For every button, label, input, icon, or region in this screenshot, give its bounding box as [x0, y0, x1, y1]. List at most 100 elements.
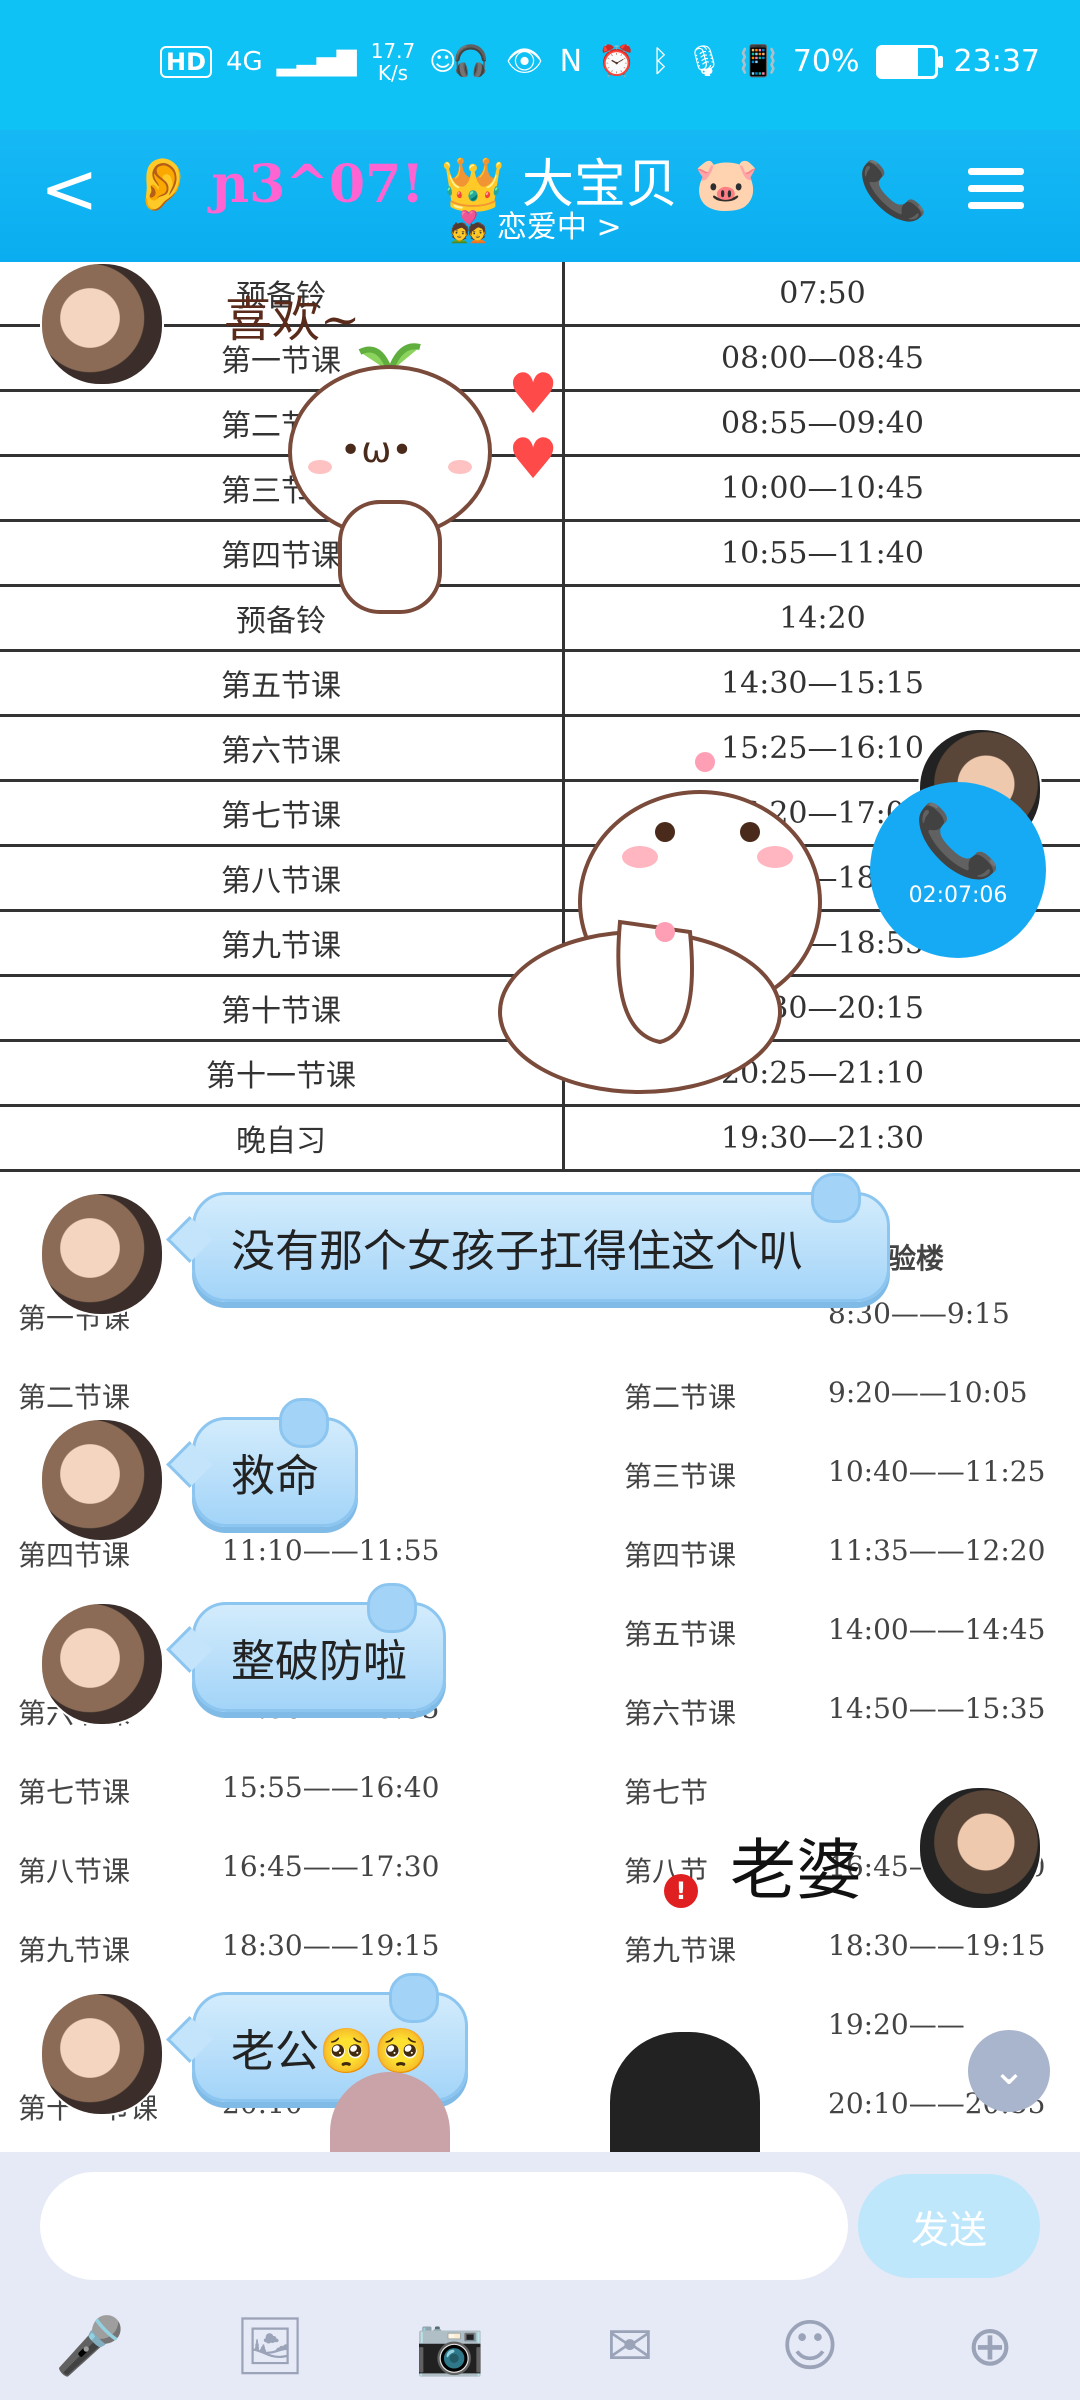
avatar-contact[interactable] — [40, 1992, 164, 2116]
schedule-time: 10:55—11:40 — [563, 520, 1080, 587]
headphones-icon: 🎧 — [452, 44, 490, 79]
battery-fill — [878, 47, 918, 76]
camera-icon[interactable]: 📷 — [410, 2312, 490, 2382]
schedule-time: 14:50——15:35 — [828, 1692, 1046, 1725]
relationship-label: 恋爱中 > — [496, 210, 622, 245]
bunny-sticker[interactable]: •ω• — [280, 332, 500, 622]
alarm-icon: ⏰ — [598, 44, 636, 79]
schedule-row: 第九节课 18:30——19:15 第九节课 18:30——19:15 — [0, 1929, 1080, 1989]
message-input[interactable] — [40, 2172, 848, 2280]
bubble-ear — [367, 1583, 417, 1633]
cat-hug-sticker[interactable] — [490, 742, 870, 1102]
schedule-period: 第九节课 — [0, 910, 565, 977]
bluetooth-icon: ᛒ — [651, 44, 670, 79]
schedule-row: 第四节课 10:55—11:40 — [0, 520, 1080, 587]
schedule-period: 第二节课 — [624, 1381, 737, 1414]
schedule-row: 预备铃 14:20 — [0, 585, 1080, 652]
avatar-contact[interactable] — [40, 262, 164, 386]
schedule-time: 14:30—15:15 — [563, 650, 1080, 717]
schedule-period: 第八节课 — [0, 845, 565, 912]
message-text: 整破防啦 — [231, 1636, 407, 1687]
image-icon[interactable]: 🖼 — [230, 2312, 310, 2382]
schedule-period: 第七节 — [624, 1776, 709, 1809]
schedule-period: 第二节课 — [18, 1381, 131, 1414]
handwritten-message[interactable]: 老婆 — [730, 1817, 862, 1913]
schedule-time: 19:30—21:30 — [563, 1105, 1080, 1172]
schedule-time: 18:30——19:15 — [222, 1929, 440, 1962]
peeking-boy-icon — [610, 2032, 760, 2152]
schedule-period: 第九节课 — [18, 1934, 131, 1967]
bubble-ear — [279, 1398, 329, 1448]
schedule-row: 第七节课 15:55——16:40 第七节 — [0, 1771, 1080, 1831]
mic-status-icon: 🎙 — [685, 44, 724, 79]
scroll-to-bottom-button[interactable]: ⌄ — [968, 2030, 1050, 2112]
net-speed-unit: K/s — [377, 61, 409, 85]
phone-icon: 📞 — [858, 159, 928, 224]
send-button[interactable]: 发送 — [858, 2174, 1040, 2278]
network-label: 4G — [226, 47, 263, 77]
schedule-period: 第五节课 — [624, 1618, 737, 1651]
send-failed-icon[interactable]: ! — [664, 1874, 698, 1908]
message-bubble[interactable]: 救命 — [166, 1398, 358, 1527]
schedule-time: 08:55—09:40 — [563, 390, 1080, 457]
message-text: 救命 — [231, 1451, 319, 1502]
status-left: HD 4G ▂▃▅▇ 17.7 K/s ☺ — [160, 40, 456, 84]
pig-icon: 🐷 — [694, 155, 760, 215]
schedule-row: 第五节课 14:30—15:15 — [0, 650, 1080, 717]
avatar-contact[interactable] — [40, 1602, 164, 1726]
clock: 23:37 — [953, 44, 1040, 79]
schedule-row: 第十一节课20:10——20:10——20:55 — [0, 2087, 1080, 2147]
red-packet-icon[interactable]: ✉ — [590, 2312, 670, 2382]
input-bar: 发送 🎤 🖼 📷 ✉ ☺ ⊕ — [0, 2152, 1080, 2400]
floating-call-widget[interactable]: 📞 02:07:06 — [870, 782, 1046, 958]
schedule-row: 第一节课 8:30——9:15 — [0, 1297, 1080, 1357]
relationship-status[interactable]: 💑 恋爱中 > — [450, 202, 622, 246]
schedule-period: 第六节课 — [624, 1697, 737, 1730]
hd-badge: HD — [160, 46, 213, 78]
schedule-time: 15:55——16:40 — [222, 1771, 440, 1804]
message-text: 没有那个女孩子扛得住这个叭 — [231, 1226, 803, 1277]
cat-hug-art — [498, 752, 822, 1094]
vibrate-icon: 📳 — [739, 44, 777, 79]
ear-icon: 👂 — [130, 155, 195, 215]
eye-icon: 👁 — [505, 44, 544, 79]
status-bar: HD 4G ▂▃▅▇ 17.7 K/s ☺ 🎧 👁 N ⏰ ᛒ 🎙 📳 70% … — [0, 0, 1080, 130]
schedule-time: 9:20——10:05 — [828, 1376, 1028, 1409]
chat-background: 预备铃 07:50 第一节课 08:00—08:45 第二节课 08:55—09:40 第三… — [0, 262, 1080, 2152]
schedule-time: 18:30——19:15 — [828, 1929, 1046, 1962]
schedule-time: 14:20 — [563, 585, 1080, 652]
schedule-time: 14:00——14:45 — [828, 1613, 1046, 1646]
schedule-time: 16:45——17:30 — [222, 1850, 440, 1883]
battery-icon — [875, 44, 943, 79]
message-bubble[interactable]: 整破防啦 — [166, 1583, 446, 1712]
emoji-icon[interactable]: ☺ — [770, 2312, 850, 2382]
schedule-row: 第四节课 11:10——11:55 第四节课 11:35——12:20 — [0, 1534, 1080, 1594]
chat-header: < 👂 ɲ3^07! 👑 大宝贝 🐷 💑 恋爱中 > 📞 — [0, 130, 1080, 262]
schedule-time: 07:50 — [563, 262, 1080, 327]
schedule-period: 第四节课 — [624, 1539, 737, 1572]
avatar-self[interactable] — [918, 1786, 1042, 1910]
schedule-period: 晚自习 — [0, 1105, 565, 1172]
schedule-row: 第二节课 第二节课 9:20——10:05 — [0, 1376, 1080, 1436]
message-bubble[interactable]: 没有那个女孩子扛得住这个叭 — [166, 1173, 890, 1302]
menu-button[interactable] — [968, 158, 1024, 219]
call-duration: 02:07:06 — [908, 883, 1008, 908]
bubble-ear — [388, 1973, 439, 2023]
schedule-period: 第十节课 — [0, 975, 565, 1042]
back-button[interactable]: < — [40, 154, 99, 224]
chat-title[interactable]: 👂 ɲ3^07! 👑 大宝贝 🐷 — [130, 142, 759, 217]
schedule-period: 第三节课 — [624, 1460, 737, 1493]
plus-icon[interactable]: ⊕ — [950, 2312, 1030, 2382]
schedule-period: 第八节课 — [18, 1855, 131, 1888]
bunny-sticker-art: •ω• — [288, 343, 492, 614]
avatar-contact[interactable] — [40, 1192, 164, 1316]
battery-percent: 70% — [792, 44, 860, 79]
chevron-down-icon: ⌄ — [992, 2048, 1026, 2094]
voice-call-button[interactable]: 📞 — [858, 158, 928, 224]
schedule-period: 第七节课 — [18, 1776, 131, 1809]
avatar-contact[interactable] — [40, 1418, 164, 1542]
schedule-time: 10:40——11:25 — [828, 1455, 1046, 1488]
schedule-row: 第六节课14:50——15:35第六节课14:50——15:35 — [0, 1692, 1080, 1752]
nfc-icon: N — [559, 44, 583, 79]
mic-icon[interactable]: 🎤 — [50, 2312, 130, 2382]
